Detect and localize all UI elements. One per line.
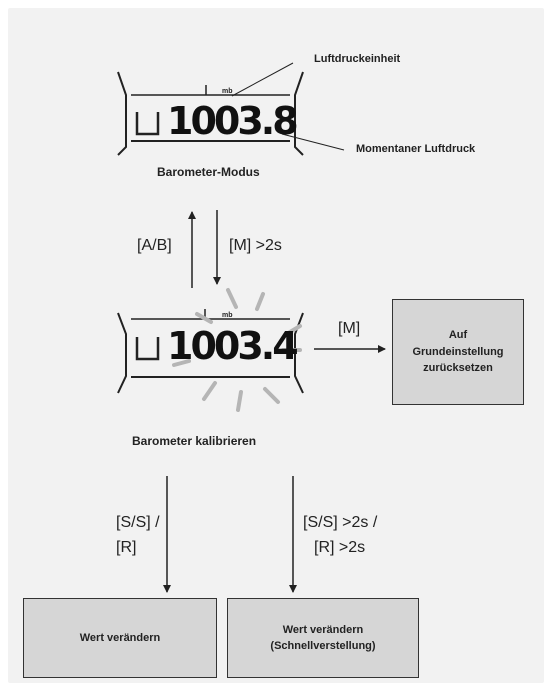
calibrate-display-unit: mb (222, 312, 233, 319)
label-down: [M] >2s (229, 237, 282, 254)
caption-calibrate: Barometer kalibrieren (132, 434, 257, 448)
label-down-right-1: [S/S] >2s / (303, 514, 378, 531)
label-down-left-1: [S/S] / (116, 514, 160, 531)
fast-change-box: Wert verändern (Schnellverstellung) (227, 598, 419, 678)
reset-line-1: Auf (448, 329, 468, 342)
change-value-box: Wert verändern (23, 598, 217, 678)
change-value-text: Wert verändern (79, 631, 161, 644)
reset-line-3: zurücksetzen (423, 362, 493, 375)
caption-barometer-mode: Barometer-Modus (157, 165, 260, 179)
top-display-unit: mb (222, 88, 233, 95)
label-up: [A/B] (137, 237, 172, 254)
reset-line-2: Grundeinstellung (412, 345, 504, 358)
label-pressure: Momentaner Luftdruck (356, 143, 476, 155)
label-down-left-2: [R] (116, 539, 137, 556)
calibrate-display-digits: 1003.4 (167, 324, 299, 368)
label-unit: Luftdruckeinheit (314, 53, 401, 65)
diagram-canvas: 1003.8 mb Luftdruckeinheit Momentaner Lu… (0, 0, 551, 689)
fast-change-line-2: (Schnellverstellung) (270, 640, 376, 652)
fast-change-line-1: Wert verändern (282, 623, 364, 636)
label-right: [M] (338, 320, 361, 337)
label-down-right-2: [R] >2s (314, 539, 366, 556)
unit-leader-line (231, 62, 294, 97)
reset-box: Auf Grundeinstellung zurücksetzen (392, 299, 524, 405)
top-display-digits: 1003.8 (167, 99, 299, 143)
